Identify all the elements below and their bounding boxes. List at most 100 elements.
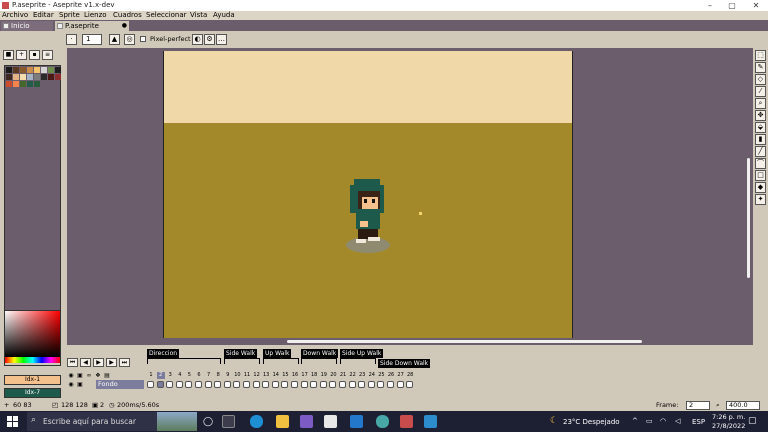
menu-vista[interactable]: Vista bbox=[190, 11, 207, 20]
menu-editar[interactable]: Editar bbox=[33, 11, 54, 20]
gear-icon[interactable]: ⚙ bbox=[204, 34, 215, 45]
palette-swatch[interactable] bbox=[20, 74, 26, 80]
language-indicator[interactable]: ESP bbox=[692, 418, 705, 426]
frame-number[interactable]: 24 bbox=[368, 372, 376, 379]
palette-swatch[interactable] bbox=[6, 74, 12, 80]
tag-up-walk[interactable]: Up Walk bbox=[263, 349, 292, 358]
menu-archivo[interactable]: Archivo bbox=[2, 11, 28, 20]
clock-time[interactable]: 7:26 p. m. bbox=[712, 413, 745, 421]
frame-number[interactable]: 13 bbox=[262, 372, 270, 379]
palette-swatch[interactable] bbox=[55, 74, 61, 80]
tab-inicio[interactable]: Inicio bbox=[1, 21, 53, 31]
menu-sprite[interactable]: Sprite bbox=[59, 11, 80, 20]
frame-number[interactable]: 15 bbox=[281, 372, 289, 379]
palette-add-icon[interactable]: + bbox=[16, 50, 27, 60]
palette-swatch[interactable] bbox=[41, 67, 47, 73]
palette-swatch[interactable] bbox=[13, 74, 19, 80]
frame-number[interactable]: 18 bbox=[310, 372, 318, 379]
frame-cel[interactable] bbox=[214, 381, 222, 388]
frame-cel[interactable] bbox=[377, 381, 385, 388]
fill-tool-icon[interactable]: ⬙ bbox=[755, 122, 766, 133]
next-frame-icon[interactable]: ▶ bbox=[106, 358, 117, 367]
frame-cel[interactable] bbox=[281, 381, 289, 388]
frame-cel[interactable] bbox=[233, 381, 241, 388]
rectangle-tool-icon[interactable]: □ bbox=[755, 170, 766, 181]
frame-number[interactable]: 14 bbox=[272, 372, 280, 379]
tab-p-aseprite[interactable]: P.aseprite ● bbox=[55, 21, 129, 31]
windows-start-icon[interactable] bbox=[7, 416, 18, 427]
wifi-icon[interactable]: ◠ bbox=[660, 417, 666, 425]
zoom-field[interactable]: 400.0 bbox=[726, 401, 760, 410]
frame-number[interactable]: 28 bbox=[406, 372, 414, 379]
palette-swatch[interactable] bbox=[34, 81, 40, 87]
frame-number[interactable]: 26 bbox=[387, 372, 395, 379]
onion-skin-icon[interactable]: ❖ bbox=[94, 372, 102, 379]
palette-swatch[interactable] bbox=[48, 67, 54, 73]
mail-icon[interactable] bbox=[424, 415, 437, 428]
close-tab-icon[interactable]: ● bbox=[122, 21, 127, 31]
palette-swatch[interactable] bbox=[13, 81, 19, 87]
palette-swatch[interactable] bbox=[6, 81, 12, 87]
brush-size-field[interactable]: 1 bbox=[82, 34, 102, 45]
eye-icon[interactable]: ◉ bbox=[67, 372, 75, 379]
frame-number[interactable]: 21 bbox=[339, 372, 347, 379]
last-frame-icon[interactable]: ⏭ bbox=[119, 358, 130, 367]
frame-number[interactable]: 6 bbox=[195, 372, 203, 379]
palette-swatch[interactable] bbox=[27, 81, 33, 87]
frame-cel[interactable] bbox=[223, 381, 231, 388]
browser-icon[interactable] bbox=[376, 415, 389, 428]
frame-cel[interactable] bbox=[339, 381, 346, 388]
lock-icon[interactable]: ▣ bbox=[76, 372, 84, 379]
line-tool-icon[interactable]: ╱ bbox=[755, 146, 766, 157]
frame-cel[interactable] bbox=[358, 381, 366, 388]
first-frame-icon[interactable]: ⏮ bbox=[67, 358, 78, 367]
frame-number[interactable]: 1 bbox=[147, 372, 155, 379]
tag-direccion[interactable]: Direccion bbox=[147, 349, 180, 358]
palette-swatch[interactable] bbox=[34, 67, 40, 73]
symmetry-icon[interactable]: ◐ bbox=[192, 34, 203, 45]
frame-cel[interactable] bbox=[147, 381, 154, 388]
continuous-icon[interactable]: ∞ bbox=[85, 372, 93, 379]
brush-type-icon[interactable]: · bbox=[66, 34, 77, 45]
network-icon[interactable]: ▭ bbox=[646, 417, 653, 425]
file-explorer-icon[interactable] bbox=[276, 415, 289, 428]
gradient-tool-icon[interactable]: ▮ bbox=[755, 134, 766, 145]
palette-swatch[interactable] bbox=[41, 74, 47, 80]
layer-name[interactable]: Fondo bbox=[96, 380, 144, 389]
contour-tool-icon[interactable]: ◆ bbox=[755, 182, 766, 193]
palette-lock-icon[interactable]: ■ bbox=[3, 50, 14, 60]
frame-cel[interactable] bbox=[262, 381, 270, 388]
frame-cel[interactable] bbox=[156, 381, 164, 388]
weather-text[interactable]: 23°C Despejado bbox=[563, 418, 620, 426]
aseprite-taskbar-icon[interactable] bbox=[300, 415, 313, 428]
horizontal-scrollbar[interactable] bbox=[287, 340, 642, 343]
frame-number[interactable]: 7 bbox=[205, 372, 213, 379]
menu-cuadros[interactable]: Cuadros bbox=[113, 11, 142, 20]
frame-number[interactable]: 17 bbox=[301, 372, 309, 379]
move-tool-icon[interactable]: ✥ bbox=[755, 110, 766, 121]
frame-cel[interactable] bbox=[195, 381, 202, 388]
vscode-icon[interactable] bbox=[350, 415, 363, 428]
menu-lienzo[interactable]: Lienzo bbox=[84, 11, 107, 20]
palette-swatch[interactable] bbox=[34, 74, 40, 80]
palette-swatch[interactable] bbox=[48, 74, 54, 80]
frame-cel[interactable] bbox=[175, 381, 183, 388]
frame-number[interactable]: 20 bbox=[329, 372, 337, 379]
frame-cel[interactable] bbox=[329, 381, 337, 388]
frame-number[interactable]: 4 bbox=[176, 372, 184, 379]
notifications-icon[interactable]: ▢ bbox=[748, 416, 757, 426]
previous-frame-icon[interactable]: ◀ bbox=[80, 358, 91, 367]
curve-tool-icon[interactable]: ⌒ bbox=[755, 158, 766, 169]
frame-number[interactable]: 10 bbox=[233, 372, 241, 379]
palette-swatch[interactable] bbox=[20, 67, 26, 73]
frame-number[interactable]: 3 bbox=[166, 372, 174, 379]
tag-side-down-walk[interactable]: Side Down Walk bbox=[378, 359, 431, 368]
volume-icon[interactable]: ◁ bbox=[675, 417, 680, 425]
frame-number[interactable]: 8 bbox=[214, 372, 222, 379]
frame-cel[interactable] bbox=[310, 381, 318, 388]
frame-cel[interactable] bbox=[166, 381, 174, 388]
frame-cel[interactable] bbox=[406, 381, 414, 388]
palette-swatch[interactable] bbox=[13, 67, 19, 73]
palette-swatch[interactable] bbox=[27, 74, 33, 80]
layers-icon[interactable]: ▤ bbox=[103, 372, 111, 379]
